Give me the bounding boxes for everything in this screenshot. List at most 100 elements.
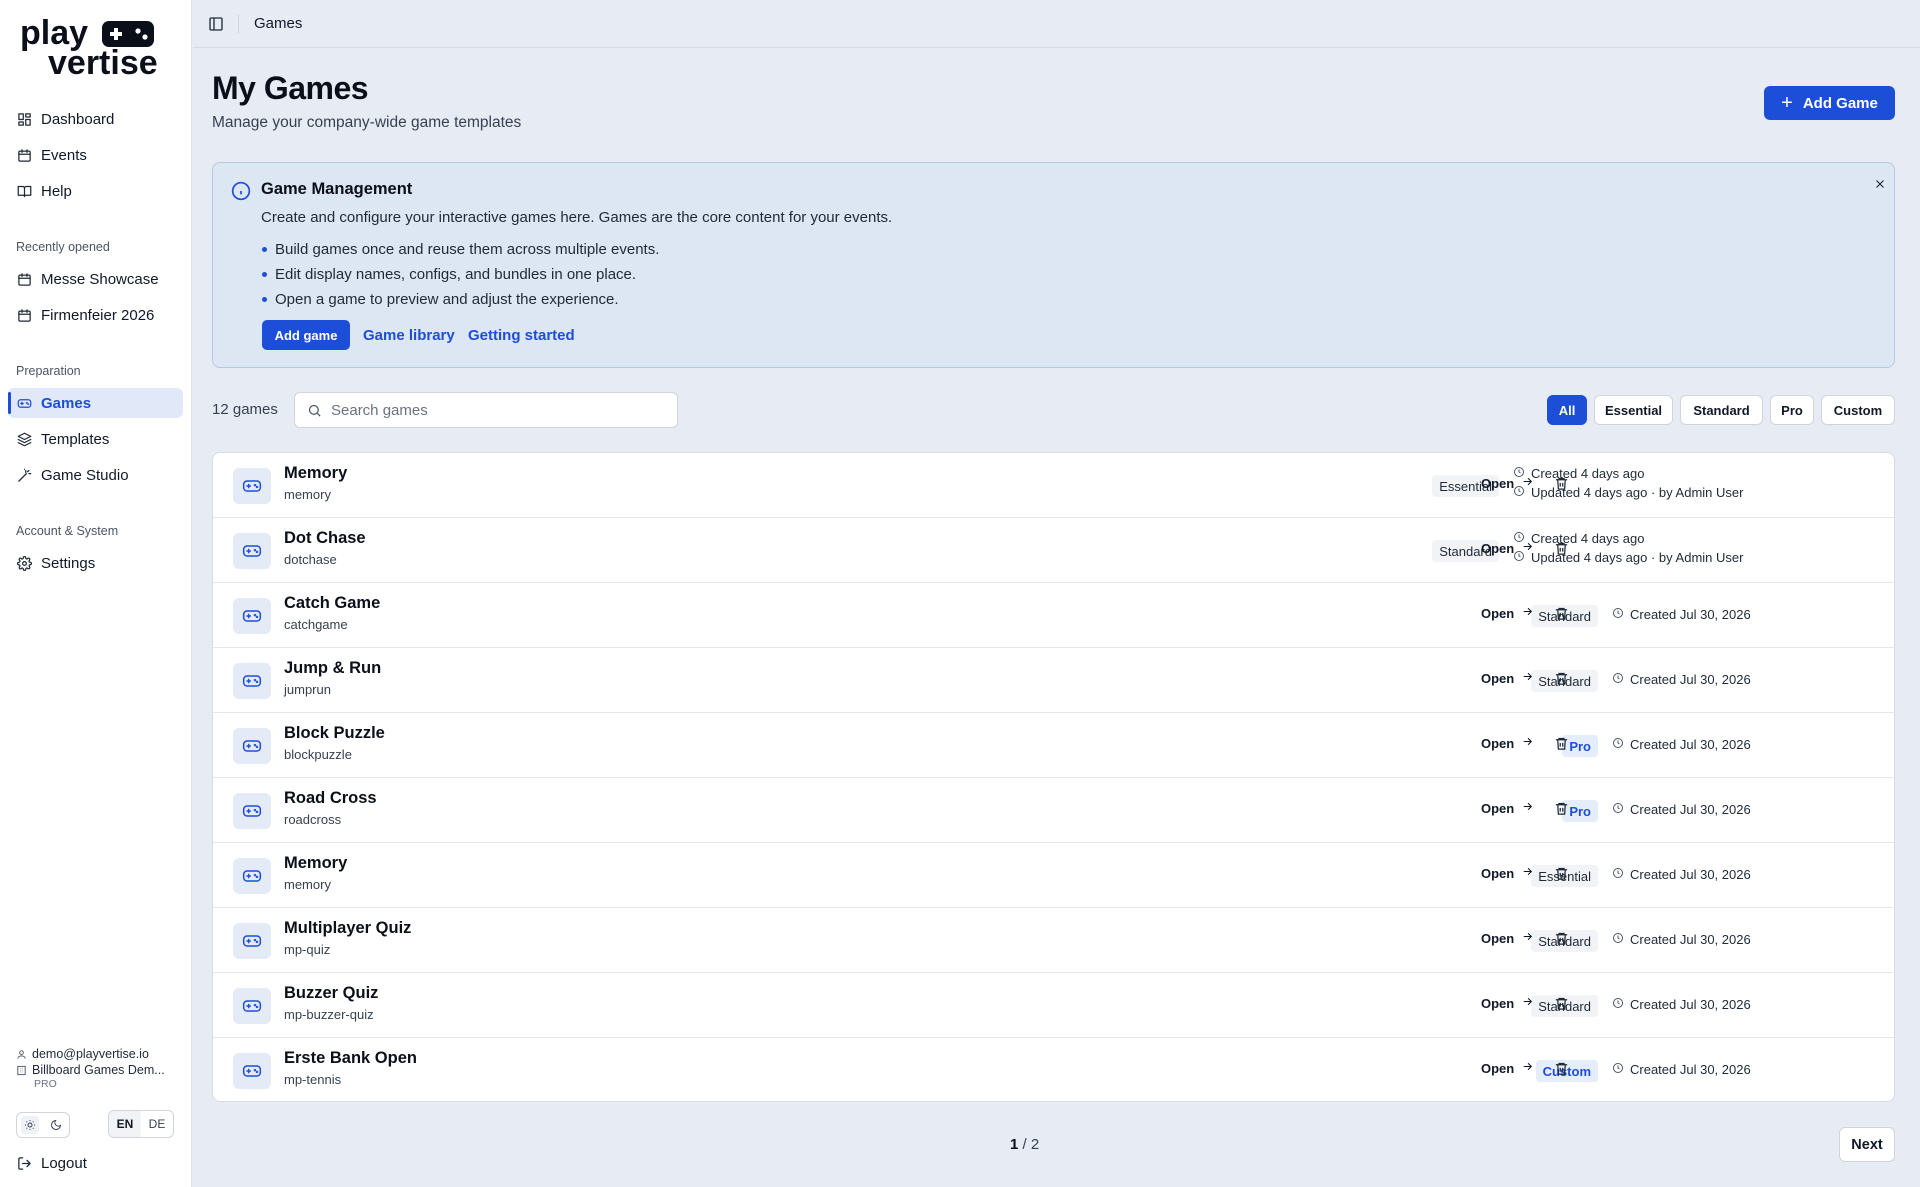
table-row[interactable]: Road Cross roadcross Pro Created Jul 30, 20…	[213, 778, 1894, 843]
created-meta: Created Jul 30, 2026	[1612, 867, 1751, 882]
open-game-button[interactable]: Open	[1481, 800, 1534, 816]
sidebar-item-templates[interactable]: Templates	[8, 424, 183, 454]
sidebar-item-messe-showcase[interactable]: Messe Showcase	[8, 264, 183, 294]
game-name[interactable]: Block Puzzle	[284, 724, 385, 743]
magic-wand-icon	[16, 467, 32, 483]
game-name[interactable]: Memory	[284, 464, 347, 483]
filter-all[interactable]: All	[1547, 395, 1587, 425]
filter-pro[interactable]: Pro	[1770, 395, 1814, 425]
info-description: Create and configure your interactive ga…	[261, 209, 893, 226]
open-game-button[interactable]: Open	[1481, 540, 1534, 556]
section-label-recent: Recently opened	[16, 240, 110, 254]
open-game-button[interactable]: Open	[1481, 670, 1534, 686]
search-input[interactable]	[331, 401, 661, 419]
sidebar-toggle-icon[interactable]	[208, 16, 224, 32]
info-bullets: Build games once and reuse them across m…	[261, 237, 659, 312]
open-game-button[interactable]: Open	[1481, 865, 1534, 881]
table-row[interactable]: Dot Chase dotchase Standard Created 4 days …	[213, 518, 1894, 583]
sun-icon[interactable]	[21, 1116, 39, 1134]
trash-icon[interactable]	[1554, 931, 1572, 949]
open-game-button[interactable]: Open	[1481, 475, 1534, 491]
sidebar-item-settings[interactable]: Settings	[8, 548, 183, 578]
trash-icon[interactable]	[1554, 541, 1572, 559]
gear-icon	[16, 555, 32, 571]
sidebar-item-game-studio[interactable]: Game Studio	[8, 460, 183, 490]
section-label-preparation: Preparation	[16, 364, 81, 378]
gamepad-icon	[233, 663, 271, 699]
table-row[interactable]: Multiplayer Quiz mp-quiz Standard Created J…	[213, 908, 1894, 973]
open-game-button[interactable]: Open	[1481, 605, 1534, 621]
theme-toggle[interactable]	[16, 1112, 70, 1138]
building-icon	[17, 1065, 26, 1075]
sidebar-item-games[interactable]: Games	[8, 388, 183, 418]
game-library-link[interactable]: Game library	[363, 327, 455, 344]
arrow-right-icon	[1521, 605, 1534, 621]
logout-button[interactable]: Logout	[8, 1148, 183, 1178]
logout-icon	[16, 1155, 32, 1171]
filter-standard[interactable]: Standard	[1680, 395, 1763, 425]
info-bullet: Open a game to preview and adjust the ex…	[261, 287, 659, 312]
moon-icon[interactable]	[47, 1116, 65, 1134]
search-box[interactable]	[294, 392, 678, 428]
open-game-button[interactable]: Open	[1481, 1060, 1534, 1076]
sidebar-item-events[interactable]: Events	[8, 140, 183, 170]
updated-meta: Updated 4 days ago · by Admin User	[1513, 485, 1743, 500]
open-game-button[interactable]: Open	[1481, 930, 1534, 946]
sidebar-item-label: Game Studio	[41, 466, 129, 484]
sidebar-item-label: Templates	[41, 430, 110, 448]
trash-icon[interactable]	[1554, 996, 1572, 1014]
game-name[interactable]: Dot Chase	[284, 529, 366, 548]
gamepad-icon	[233, 793, 271, 829]
game-name[interactable]: Jump & Run	[284, 659, 381, 678]
lang-en-button[interactable]: EN	[109, 1111, 141, 1137]
sidebar-item-dashboard[interactable]: Dashboard	[8, 104, 183, 134]
game-slug: dotchase	[284, 552, 337, 567]
sidebar-item-firmenfeier[interactable]: Firmenfeier 2026	[8, 300, 183, 330]
table-row[interactable]: Catch Game catchgame Standard Created Jul 3…	[213, 583, 1894, 648]
filter-essential[interactable]: Essential	[1594, 395, 1673, 425]
game-name[interactable]: Catch Game	[284, 594, 380, 613]
game-name[interactable]: Multiplayer Quiz	[284, 919, 411, 938]
close-icon[interactable]	[1873, 177, 1889, 193]
layers-icon	[16, 431, 32, 447]
table-row[interactable]: Jump & Run jumprun Standard Created Jul 30,…	[213, 648, 1894, 713]
created-meta: Created Jul 30, 2026	[1612, 997, 1751, 1012]
next-page-button[interactable]: Next	[1839, 1127, 1895, 1162]
table-row[interactable]: Memory memory Essential Created 4 days ago U…	[213, 453, 1894, 518]
gamepad-icon	[233, 858, 271, 894]
trash-icon[interactable]	[1554, 606, 1572, 624]
clock-icon	[1612, 802, 1630, 817]
open-game-button[interactable]: Open	[1481, 735, 1534, 751]
playvertise-logo[interactable]: play vertise	[20, 18, 165, 80]
clock-icon	[1612, 997, 1630, 1012]
trash-icon[interactable]	[1554, 1061, 1572, 1079]
lang-de-button[interactable]: DE	[141, 1111, 173, 1137]
trash-icon[interactable]	[1554, 801, 1572, 819]
language-toggle[interactable]: EN DE	[108, 1110, 174, 1138]
page-subtitle: Manage your company-wide game templates	[212, 114, 522, 131]
getting-started-link[interactable]: Getting started	[468, 327, 575, 344]
add-game-button[interactable]: + Add Game	[1764, 86, 1895, 120]
arrow-right-icon	[1521, 475, 1534, 491]
book-icon	[16, 183, 32, 199]
trash-icon[interactable]	[1554, 736, 1572, 754]
arrow-right-icon	[1521, 995, 1534, 1011]
table-row[interactable]: Buzzer Quiz mp-buzzer-quiz Standard Created…	[213, 973, 1894, 1038]
arrow-right-icon	[1521, 930, 1534, 946]
trash-icon[interactable]	[1554, 671, 1572, 689]
game-name[interactable]: Erste Bank Open	[284, 1049, 417, 1068]
game-name[interactable]: Memory	[284, 854, 347, 873]
open-game-button[interactable]: Open	[1481, 995, 1534, 1011]
filter-custom[interactable]: Custom	[1821, 395, 1895, 425]
gamepad-icon	[233, 468, 271, 504]
game-name[interactable]: Buzzer Quiz	[284, 984, 378, 1003]
trash-icon[interactable]	[1554, 866, 1572, 884]
table-row[interactable]: Block Puzzle blockpuzzle Pro Created Jul 30…	[213, 713, 1894, 778]
sidebar-item-help[interactable]: Help	[8, 176, 183, 206]
info-title: Game Management	[261, 180, 413, 198]
table-row[interactable]: Memory memory Essential Created Jul 30, 202…	[213, 843, 1894, 908]
trash-icon[interactable]	[1554, 476, 1572, 494]
info-add-game-button[interactable]: Add game	[262, 320, 350, 350]
game-name[interactable]: Road Cross	[284, 789, 377, 808]
table-row[interactable]: Erste Bank Open mp-tennis Custom Created Ju…	[213, 1038, 1894, 1101]
